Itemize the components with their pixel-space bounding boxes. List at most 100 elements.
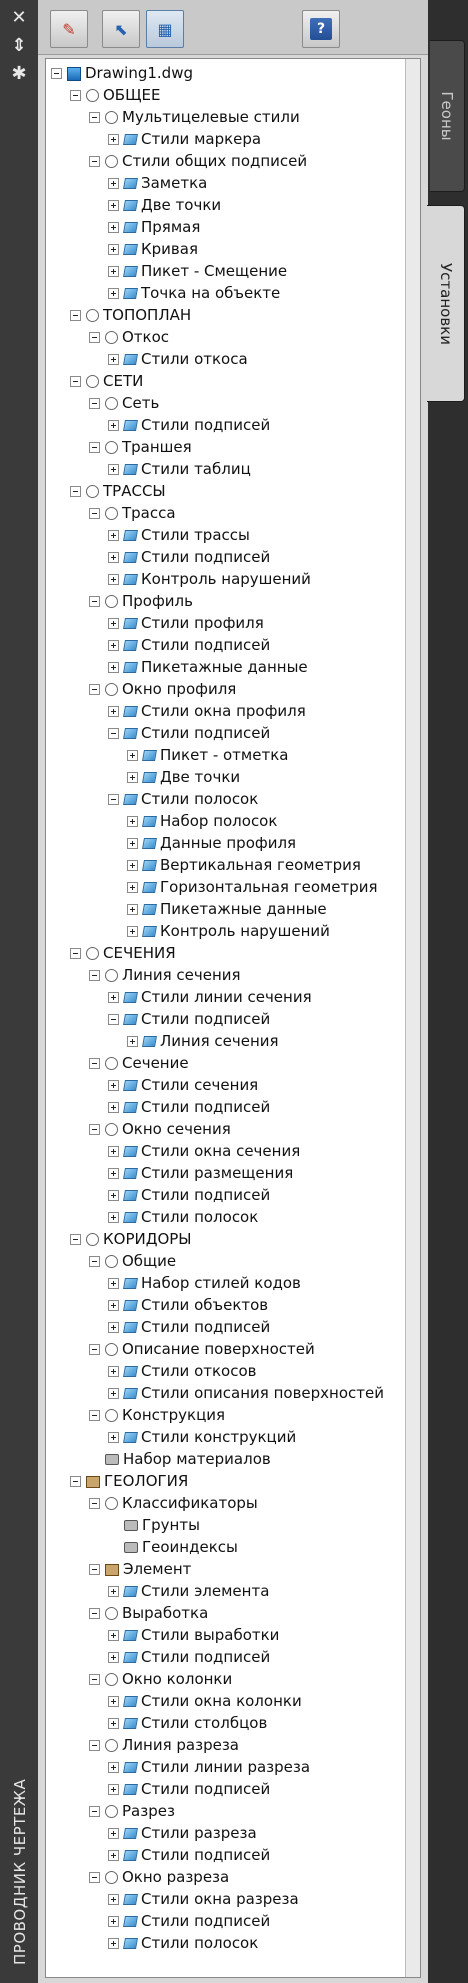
settings-icon[interactable]: ✱ <box>9 64 29 84</box>
tree-node[interactable]: Стили линии разреза <box>108 1756 310 1778</box>
expand-node-icon[interactable] <box>108 1586 119 1597</box>
expand-node-icon[interactable] <box>108 662 119 673</box>
tree-node[interactable]: Линия сечения <box>127 1030 279 1052</box>
tree-node[interactable]: Стили полосок <box>108 788 258 810</box>
collapse-node-icon[interactable] <box>89 398 100 409</box>
tree-node[interactable]: Стили общих подписей <box>89 150 307 172</box>
tree-node[interactable]: Стили конструкций <box>108 1426 296 1448</box>
expand-node-icon[interactable] <box>108 1080 119 1091</box>
tree-node[interactable]: Стили подписей <box>108 1096 270 1118</box>
expand-node-icon[interactable] <box>108 706 119 717</box>
tree-node[interactable]: Грунты <box>108 1514 200 1536</box>
expand-node-icon[interactable] <box>108 1432 119 1443</box>
expand-node-icon[interactable] <box>108 1388 119 1399</box>
collapse-node-icon[interactable] <box>70 310 81 321</box>
collapse-node-icon[interactable] <box>108 728 119 739</box>
tree-node[interactable]: Геоиндексы <box>108 1536 238 1558</box>
collapse-node-icon[interactable] <box>89 332 100 343</box>
tree-node[interactable]: Линия сечения <box>89 964 241 986</box>
collapse-node-icon[interactable] <box>89 596 100 607</box>
collapse-node-icon[interactable] <box>89 1410 100 1421</box>
expand-node-icon[interactable] <box>108 1828 119 1839</box>
tree-node[interactable]: Стили подписей <box>108 1184 270 1206</box>
tree-node[interactable]: Пикетажные данные <box>127 898 327 920</box>
tree-node[interactable]: Разрез <box>89 1800 175 1822</box>
expand-node-icon[interactable] <box>108 1938 119 1949</box>
tree-node[interactable]: Стили размещения <box>108 1162 293 1184</box>
tree-node[interactable]: Стили разреза <box>108 1822 257 1844</box>
collapse-node-icon[interactable] <box>89 1608 100 1619</box>
collapse-node-icon[interactable] <box>108 794 119 805</box>
expand-node-icon[interactable] <box>108 992 119 1003</box>
expand-node-icon[interactable] <box>108 222 119 233</box>
tree-node[interactable]: Траншея <box>89 436 192 458</box>
expand-node-icon[interactable] <box>108 266 119 277</box>
tree-node[interactable]: Контроль нарушений <box>127 920 330 942</box>
tree-node[interactable]: Набор стилей кодов <box>108 1272 301 1294</box>
expand-node-icon[interactable] <box>127 1036 138 1047</box>
collapse-node-icon[interactable] <box>89 1674 100 1685</box>
collapse-node-icon[interactable] <box>89 1564 100 1575</box>
collapse-node-icon[interactable] <box>70 376 81 387</box>
tree-node[interactable]: Пикет - отметка <box>127 744 288 766</box>
collapse-node-icon[interactable] <box>70 1476 81 1487</box>
expand-node-icon[interactable] <box>108 640 119 651</box>
tree-node[interactable]: Стили выработки <box>108 1624 279 1646</box>
help-button[interactable]: ? <box>302 10 340 48</box>
settings-tree[interactable]: Drawing1.dwg ОБЩЕЕ Мультицелевые стили Стил… <box>45 58 421 1978</box>
tree-node[interactable]: ТОПОПЛАН <box>70 304 191 326</box>
tree-node[interactable]: ОБЩЕЕ <box>70 84 160 106</box>
tree-node[interactable]: Стили полосок <box>108 1932 258 1954</box>
expand-node-icon[interactable] <box>108 618 119 629</box>
expand-node-icon[interactable] <box>108 1366 119 1377</box>
tree-node[interactable]: Стили описания поверхностей <box>108 1382 384 1404</box>
tree-node[interactable]: Сечение <box>89 1052 189 1074</box>
tree-node[interactable]: Стили объектов <box>108 1294 268 1316</box>
expand-node-icon[interactable] <box>108 1916 119 1927</box>
collapse-node-icon[interactable] <box>89 112 100 123</box>
collapse-node-icon[interactable] <box>89 1872 100 1883</box>
tree-node[interactable]: Стили линии сечения <box>108 986 312 1008</box>
collapse-node-icon[interactable] <box>70 1234 81 1245</box>
tree-node[interactable]: Контроль нарушений <box>108 568 311 590</box>
expand-node-icon[interactable] <box>108 1168 119 1179</box>
tree-node[interactable]: Стили подписей <box>108 1778 270 1800</box>
tree-node[interactable]: Две точки <box>127 766 240 788</box>
expand-node-icon[interactable] <box>127 816 138 827</box>
tree-node[interactable]: Drawing1.dwg <box>51 62 193 84</box>
collapse-node-icon[interactable] <box>89 970 100 981</box>
expand-node-icon[interactable] <box>108 464 119 475</box>
collapse-node-icon[interactable] <box>89 508 100 519</box>
collapse-node-icon[interactable] <box>70 486 81 497</box>
expand-node-icon[interactable] <box>127 750 138 761</box>
expand-node-icon[interactable] <box>108 354 119 365</box>
collapse-node-icon[interactable] <box>89 1498 100 1509</box>
tree-node[interactable]: Откос <box>89 326 169 348</box>
tree-node[interactable]: Окно сечения <box>89 1118 231 1140</box>
expand-node-icon[interactable] <box>108 574 119 585</box>
collapse-node-icon[interactable] <box>89 1740 100 1751</box>
expand-node-icon[interactable] <box>127 860 138 871</box>
collapse-node-icon[interactable] <box>89 156 100 167</box>
tree-node[interactable]: Набор полосок <box>127 810 277 832</box>
tree-node[interactable]: Горизонтальная геометрия <box>127 876 378 898</box>
tree-node[interactable]: Стили сечения <box>108 1074 258 1096</box>
expand-node-icon[interactable] <box>108 1212 119 1223</box>
tree-node[interactable]: Стили подписей <box>108 1844 270 1866</box>
tree-node[interactable]: Выработка <box>89 1602 208 1624</box>
tree-scrollbar[interactable] <box>405 59 420 1977</box>
tree-node[interactable]: Стили полосок <box>108 1206 258 1228</box>
tree-node[interactable]: Две точки <box>108 194 221 216</box>
collapse-node-icon[interactable] <box>89 1344 100 1355</box>
collapse-node-icon[interactable] <box>70 948 81 959</box>
expand-node-icon[interactable] <box>108 1652 119 1663</box>
tree-node[interactable]: СЕТИ <box>70 370 143 392</box>
expand-node-icon[interactable] <box>108 1278 119 1289</box>
expand-node-icon[interactable] <box>108 1762 119 1773</box>
expand-node-icon[interactable] <box>108 134 119 145</box>
tree-node[interactable]: Классификаторы <box>89 1492 258 1514</box>
expand-node-icon[interactable] <box>108 1850 119 1861</box>
expand-node-icon[interactable] <box>108 1322 119 1333</box>
expand-node-icon[interactable] <box>108 200 119 211</box>
tree-node[interactable]: Стили таблиц <box>108 458 251 480</box>
